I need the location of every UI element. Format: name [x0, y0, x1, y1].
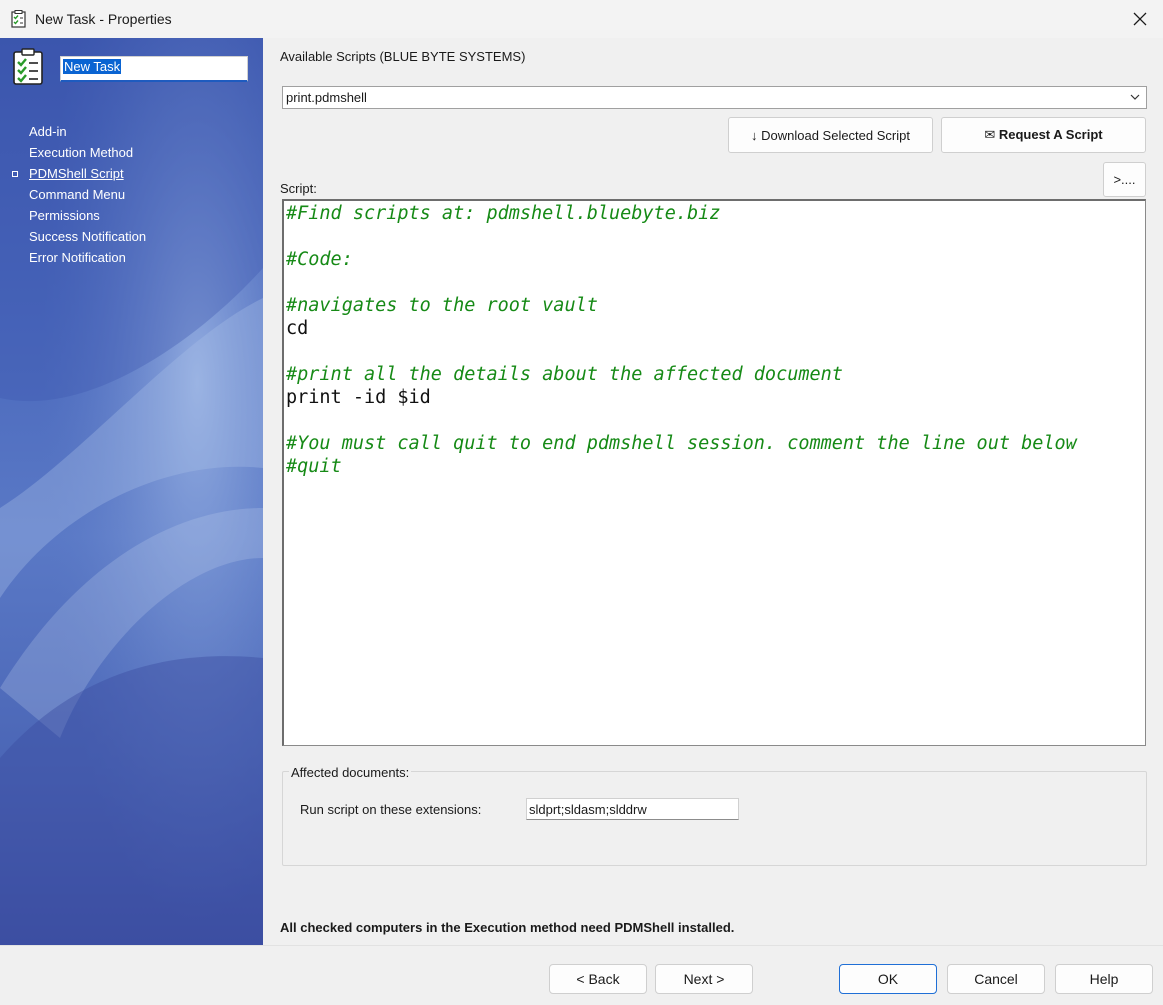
back-button[interactable]: < Back: [549, 964, 647, 994]
task-name-value: New Task: [63, 59, 122, 74]
next-button[interactable]: Next >: [655, 964, 753, 994]
affected-documents-label: Affected documents:: [289, 765, 412, 780]
title-bar: New Task - Properties: [0, 0, 1163, 38]
extensions-input[interactable]: sldprt;sldasm;slddrw: [526, 798, 739, 820]
sidebar-item-permissions[interactable]: Permissions: [29, 205, 146, 226]
script-code-line: [286, 225, 1143, 248]
sidebar-item-label: PDMShell Script: [29, 166, 124, 181]
close-button[interactable]: [1117, 0, 1163, 38]
script-comment-line: #You must call quit to end pdmshell sess…: [286, 433, 1077, 454]
extensions-label: Run script on these extensions:: [300, 802, 482, 817]
sidebar-item-error-notification[interactable]: Error Notification: [29, 247, 146, 268]
sidebar-nav: Add-in Execution Method PDMShell Script …: [12, 121, 146, 268]
task-checklist-icon: [13, 48, 43, 85]
script-code-line: cd: [286, 318, 309, 339]
selected-script-value: print.pdmshell: [286, 90, 367, 105]
sidebar-item-pdmshell-script[interactable]: PDMShell Script: [12, 163, 146, 184]
sidebar: New Task Add-in Execution Method PDMShel…: [0, 38, 263, 945]
sidebar-item-label: Command Menu: [29, 187, 126, 202]
sidebar-item-success-notification[interactable]: Success Notification: [29, 226, 146, 247]
main-panel: Available Scripts (BLUE BYTE SYSTEMS) pr…: [263, 38, 1163, 945]
sidebar-item-label: Add-in: [29, 124, 67, 139]
ok-button[interactable]: OK: [839, 964, 937, 994]
download-script-button[interactable]: ↓ Download Selected Script: [728, 117, 933, 153]
script-comment-line: #print all the details about the affecte…: [286, 364, 843, 385]
script-code-line: [286, 340, 1143, 363]
script-code-line: [286, 409, 1143, 432]
cancel-button[interactable]: Cancel: [947, 964, 1045, 994]
available-scripts-label: Available Scripts (BLUE BYTE SYSTEMS): [280, 49, 526, 64]
expand-editor-button[interactable]: >....: [1103, 162, 1146, 197]
dialog-footer: < Back Next > OK Cancel Help: [0, 945, 1163, 1005]
help-button[interactable]: Help: [1055, 964, 1153, 994]
sidebar-item-execution-method[interactable]: Execution Method: [29, 142, 146, 163]
script-editor[interactable]: #Find scripts at: pdmshell.bluebyte.biz …: [282, 199, 1146, 746]
chevron-down-icon: [1130, 94, 1140, 100]
script-code-line: print -id $id: [286, 387, 431, 408]
sidebar-item-add-in[interactable]: Add-in: [29, 121, 146, 142]
sidebar-item-command-menu[interactable]: Command Menu: [29, 184, 146, 205]
sidebar-item-label: Permissions: [29, 208, 100, 223]
request-script-button[interactable]: ✉ Request A Script: [941, 117, 1146, 153]
sidebar-item-label: Success Notification: [29, 229, 147, 244]
sidebar-item-label: Execution Method: [29, 145, 134, 160]
sidebar-item-label: Error Notification: [29, 250, 126, 265]
script-comment-line: #quit: [286, 456, 342, 477]
script-select[interactable]: print.pdmshell: [282, 86, 1147, 109]
close-icon: [1133, 12, 1147, 26]
task-name-input[interactable]: New Task: [60, 56, 248, 82]
active-bullet-icon: [12, 171, 18, 177]
window-title: New Task - Properties: [35, 11, 172, 27]
task-properties-icon: [11, 10, 26, 28]
script-comment-line: #navigates to the root vault: [286, 295, 598, 316]
script-label: Script:: [280, 181, 317, 196]
pdmshell-install-note: All checked computers in the Execution m…: [280, 920, 735, 935]
script-comment-line: #Code:: [286, 249, 353, 270]
script-comment-line: #Find scripts at: pdmshell.bluebyte.biz: [286, 203, 721, 224]
script-code-line: [286, 271, 1143, 294]
